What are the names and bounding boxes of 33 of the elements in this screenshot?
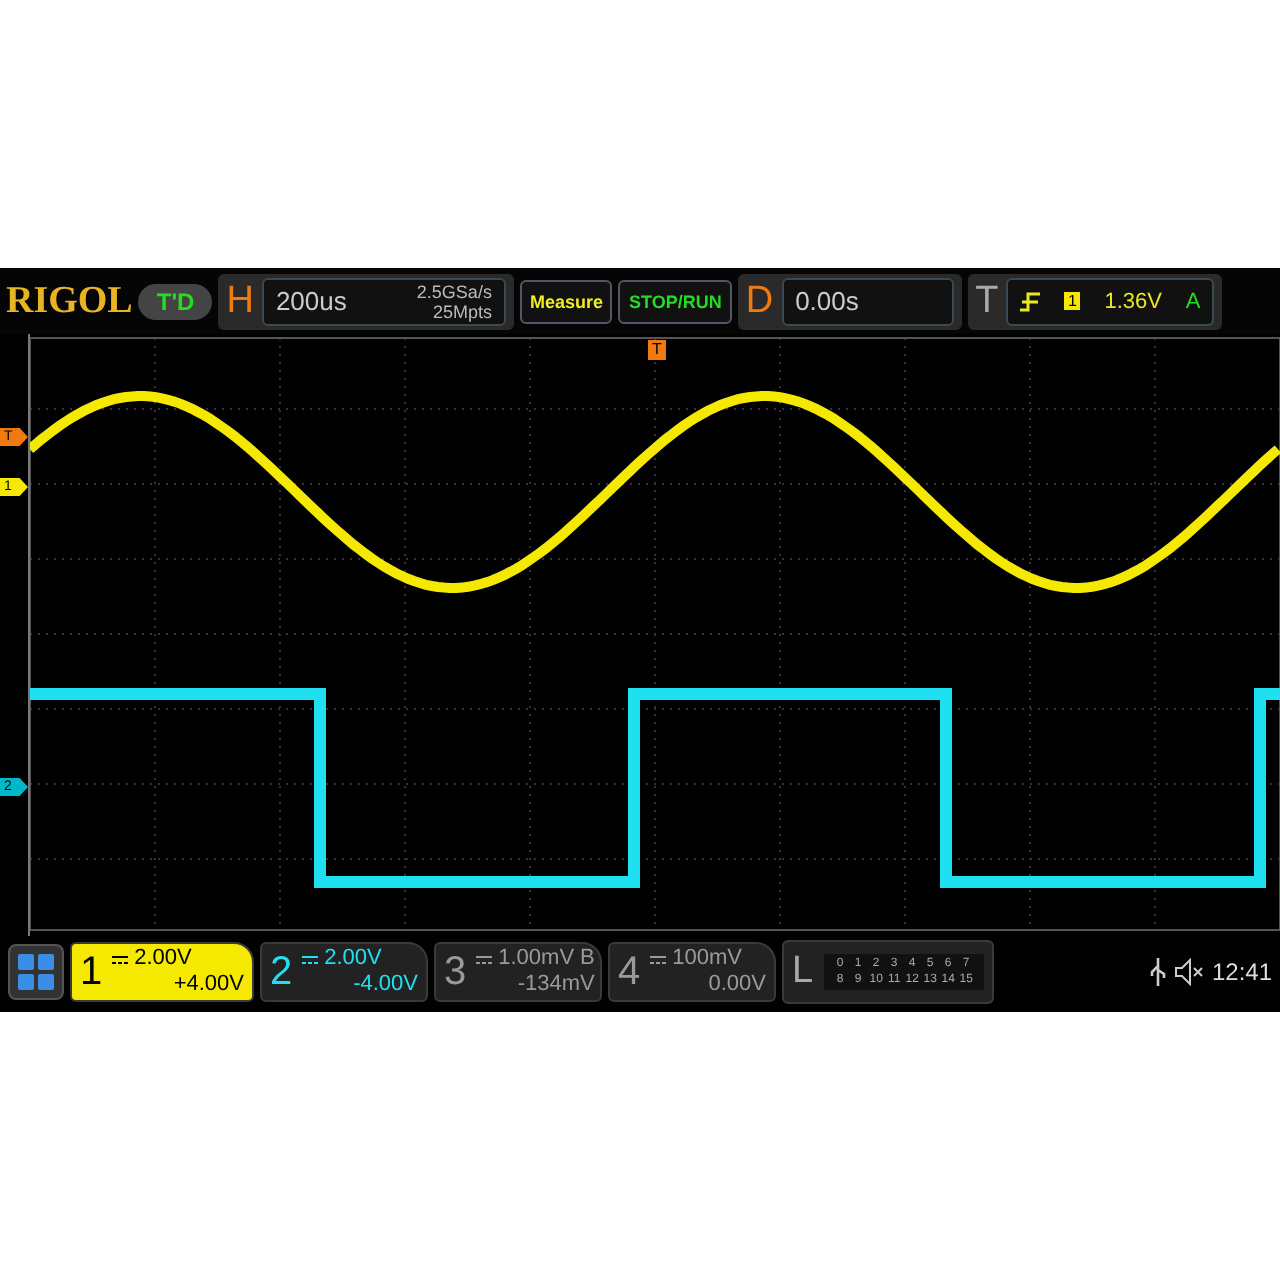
stop-run-button[interactable]: STOP/RUN — [618, 279, 732, 323]
delay-value: 0.00s — [795, 286, 859, 316]
clock: 12:41 — [1211, 958, 1272, 986]
measure-button[interactable]: Measure — [519, 279, 613, 323]
channel-tab[interactable]: 1 2.00V +4.00V — [70, 942, 254, 1002]
sample-rate: 2.5GSa/s — [416, 281, 492, 301]
horizontal-panel[interactable]: H 200us 2.5GSa/s 25Mpts — [218, 273, 514, 329]
channel-tab[interactable]: 2 2.00V -4.00V — [260, 942, 428, 1002]
trigger-position-marker[interactable]: T — [648, 340, 666, 360]
delay-label: D — [745, 279, 774, 323]
memory-depth: 25Mpts — [432, 301, 492, 321]
trigger-label: T — [975, 279, 999, 323]
grid-icon — [18, 954, 54, 990]
horizontal-label: H — [226, 279, 254, 323]
dc-coupling-icon — [476, 955, 493, 963]
channel-tab[interactable]: 4 100mV 0.00V — [608, 942, 776, 1002]
speaker-muted-icon[interactable] — [1173, 958, 1206, 986]
trigger-source: 1 — [1063, 292, 1081, 310]
trigger-status: T'D — [138, 283, 213, 319]
timebase: 200us — [275, 286, 347, 316]
dc-coupling-icon — [650, 955, 667, 963]
trigger-level: 1.36V — [1104, 289, 1162, 313]
trigger-panel[interactable]: T 1 1.36V A — [967, 273, 1223, 329]
delay-panel[interactable]: D 0.00s — [737, 273, 962, 329]
dc-coupling-icon — [112, 955, 129, 963]
channel-tab[interactable]: 3 1.00mV B -134mV — [434, 942, 602, 1002]
menu-button[interactable] — [8, 944, 64, 1000]
trigger-mode: A — [1185, 289, 1201, 313]
brand-logo: RIGOL — [6, 279, 133, 323]
dc-coupling-icon — [302, 955, 319, 963]
rising-edge-icon — [1020, 291, 1041, 311]
usb-icon — [1147, 958, 1168, 986]
logic-label: L — [792, 950, 814, 994]
